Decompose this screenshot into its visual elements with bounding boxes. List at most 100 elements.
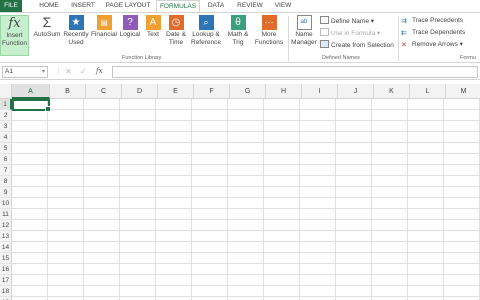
name-manager-button[interactable]: ab Name Manager — [290, 15, 318, 47]
tab-home[interactable]: HOME — [34, 0, 64, 12]
financial-button[interactable]: ▤ Financial — [90, 15, 118, 39]
column-header-d[interactable]: D — [122, 84, 158, 99]
defined-names-group-label: Defined Names — [322, 55, 360, 61]
define-name-icon — [320, 16, 329, 24]
more-book-icon: ⋯ — [261, 15, 277, 30]
formula-input[interactable] — [112, 66, 478, 78]
define-name-label: Define Name — [331, 18, 369, 25]
row-header-14[interactable]: 14 — [0, 242, 12, 253]
logical-label: Logical — [119, 31, 141, 38]
formula-auditing-group-label: Formu — [460, 55, 476, 61]
row-header-18[interactable]: 18 — [0, 286, 12, 297]
column-header-f[interactable]: F — [194, 84, 230, 99]
lookup-reference-label-2: Reference — [191, 39, 221, 46]
row-header-9[interactable]: 9 — [0, 187, 12, 198]
text-button[interactable]: A Text — [142, 15, 164, 39]
ribbon-separator — [398, 16, 399, 61]
row-header-1[interactable]: 1 — [0, 99, 12, 110]
row-header-16[interactable]: 16 — [0, 264, 12, 275]
row-header-10[interactable]: 10 — [0, 198, 12, 209]
row-header-13[interactable]: 13 — [0, 231, 12, 242]
math-trig-label-2: Trig — [232, 39, 244, 46]
row-header-5[interactable]: 5 — [0, 143, 12, 154]
recently-used-button[interactable]: ★ Recently Used — [62, 15, 90, 47]
trace-precedents-label: Trace Precedents — [412, 17, 464, 24]
fx-icon: fx — [8, 16, 21, 31]
star-book-icon: ★ — [68, 15, 84, 30]
financial-label: Financial — [90, 31, 117, 38]
create-from-selection-label: Create from Selection — [331, 42, 394, 49]
name-box[interactable]: A1 ▾ — [2, 66, 48, 78]
lookup-reference-label-1: Lookup & — [192, 31, 220, 38]
row-header-15[interactable]: 15 — [0, 253, 12, 264]
math-trig-button[interactable]: θ Math & Trig — [224, 15, 252, 47]
check-icon[interactable]: ✓ — [80, 67, 87, 76]
date-time-label-2: Time — [168, 39, 184, 46]
column-header-k[interactable]: K — [374, 84, 410, 99]
trace-dependents-icon: ⇇ — [401, 30, 407, 37]
sigma-icon: Σ — [42, 14, 52, 30]
use-in-formula-icon — [320, 28, 329, 36]
fx-button[interactable]: fx — [96, 67, 103, 75]
create-from-selection-button[interactable]: Create from Selection — [320, 40, 394, 50]
row-header-6[interactable]: 6 — [0, 154, 12, 165]
row-header-11[interactable]: 11 — [0, 209, 12, 220]
row-header-3[interactable]: 3 — [0, 121, 12, 132]
column-header-l[interactable]: L — [410, 84, 446, 99]
tab-page-layout[interactable]: PAGE LAYOUT — [102, 0, 154, 12]
remove-arrows-label: Remove Arrows — [412, 41, 458, 48]
math-trig-label-1: Math & — [227, 31, 249, 38]
column-header-g[interactable]: G — [230, 84, 266, 99]
more-functions-button[interactable]: ⋯ More Functions — [252, 15, 286, 47]
column-header-m[interactable]: M — [446, 84, 480, 99]
remove-arrows-icon: ✕ — [401, 42, 407, 49]
select-all-corner[interactable] — [0, 84, 12, 99]
insert-function-label-1: Insert — [6, 32, 23, 39]
cell-area[interactable] — [12, 99, 480, 300]
create-from-selection-icon — [320, 40, 329, 48]
tab-data[interactable]: DATA — [202, 0, 230, 12]
column-header-a[interactable]: A — [12, 84, 50, 99]
active-cell-a1[interactable] — [12, 99, 51, 112]
function-library-group-label: Function Library — [122, 55, 162, 61]
text-label: Text — [147, 31, 159, 38]
row-header-7[interactable]: 7 — [0, 165, 12, 176]
use-in-formula-button[interactable]: Use in Formula ▾ — [320, 28, 380, 38]
column-header-h[interactable]: H — [266, 84, 302, 99]
tab-view[interactable]: VIEW — [270, 0, 296, 12]
name-manager-label-2: Manager — [291, 39, 317, 46]
trace-precedents-button[interactable]: ⇉ Trace Precedents — [401, 16, 463, 26]
column-header-j[interactable]: J — [338, 84, 374, 99]
use-in-formula-label: Use in Formula — [331, 30, 376, 37]
more-functions-label-1: More — [261, 31, 277, 38]
separator-dots-icon: ⋮ — [55, 68, 62, 75]
row-header-12[interactable]: 12 — [0, 220, 12, 231]
define-name-button[interactable]: Define Name ▾ — [320, 16, 374, 26]
column-header-i[interactable]: I — [302, 84, 338, 99]
tab-file[interactable]: FILE — [0, 0, 22, 12]
column-header-b[interactable]: B — [50, 84, 86, 99]
column-header-c[interactable]: C — [86, 84, 122, 99]
x-icon[interactable]: ✕ — [65, 67, 72, 76]
recently-used-label-1: Recently — [63, 31, 89, 38]
question-book-icon: ? — [122, 15, 138, 30]
row-header-2[interactable]: 2 — [0, 110, 12, 121]
trace-precedents-icon: ⇉ — [401, 18, 407, 25]
row-header-17[interactable]: 17 — [0, 275, 12, 286]
tab-review[interactable]: REVIEW — [232, 0, 268, 12]
remove-arrows-button[interactable]: ✕ Remove Arrows ▾ — [401, 40, 463, 50]
autosum-button[interactable]: Σ AutoSum — [32, 15, 62, 39]
tab-formulas[interactable]: FORMULAS — [156, 0, 200, 12]
tab-insert[interactable]: INSERT — [66, 0, 100, 12]
column-header-e[interactable]: E — [158, 84, 194, 99]
insert-function-button[interactable]: fx Insert Function — [0, 15, 29, 56]
worksheet-grid: ABCDEFGHIJKLM 1 2 3 4 5 6 7 8 9 10 11 12 13 14 15 16 17 1… — [0, 84, 480, 300]
logical-button[interactable]: ? Logical — [118, 15, 142, 39]
row-header-8[interactable]: 8 — [0, 176, 12, 187]
lookup-reference-button[interactable]: ⌕ Lookup & Reference — [188, 15, 224, 47]
trace-dependents-button[interactable]: ⇇ Trace Dependents — [401, 28, 465, 38]
row-header-4[interactable]: 4 — [0, 132, 12, 143]
date-time-button[interactable]: ◷ Date & Time — [164, 15, 188, 47]
recently-used-label-2: Used — [68, 39, 84, 46]
name-box-value: A1 — [5, 68, 13, 75]
